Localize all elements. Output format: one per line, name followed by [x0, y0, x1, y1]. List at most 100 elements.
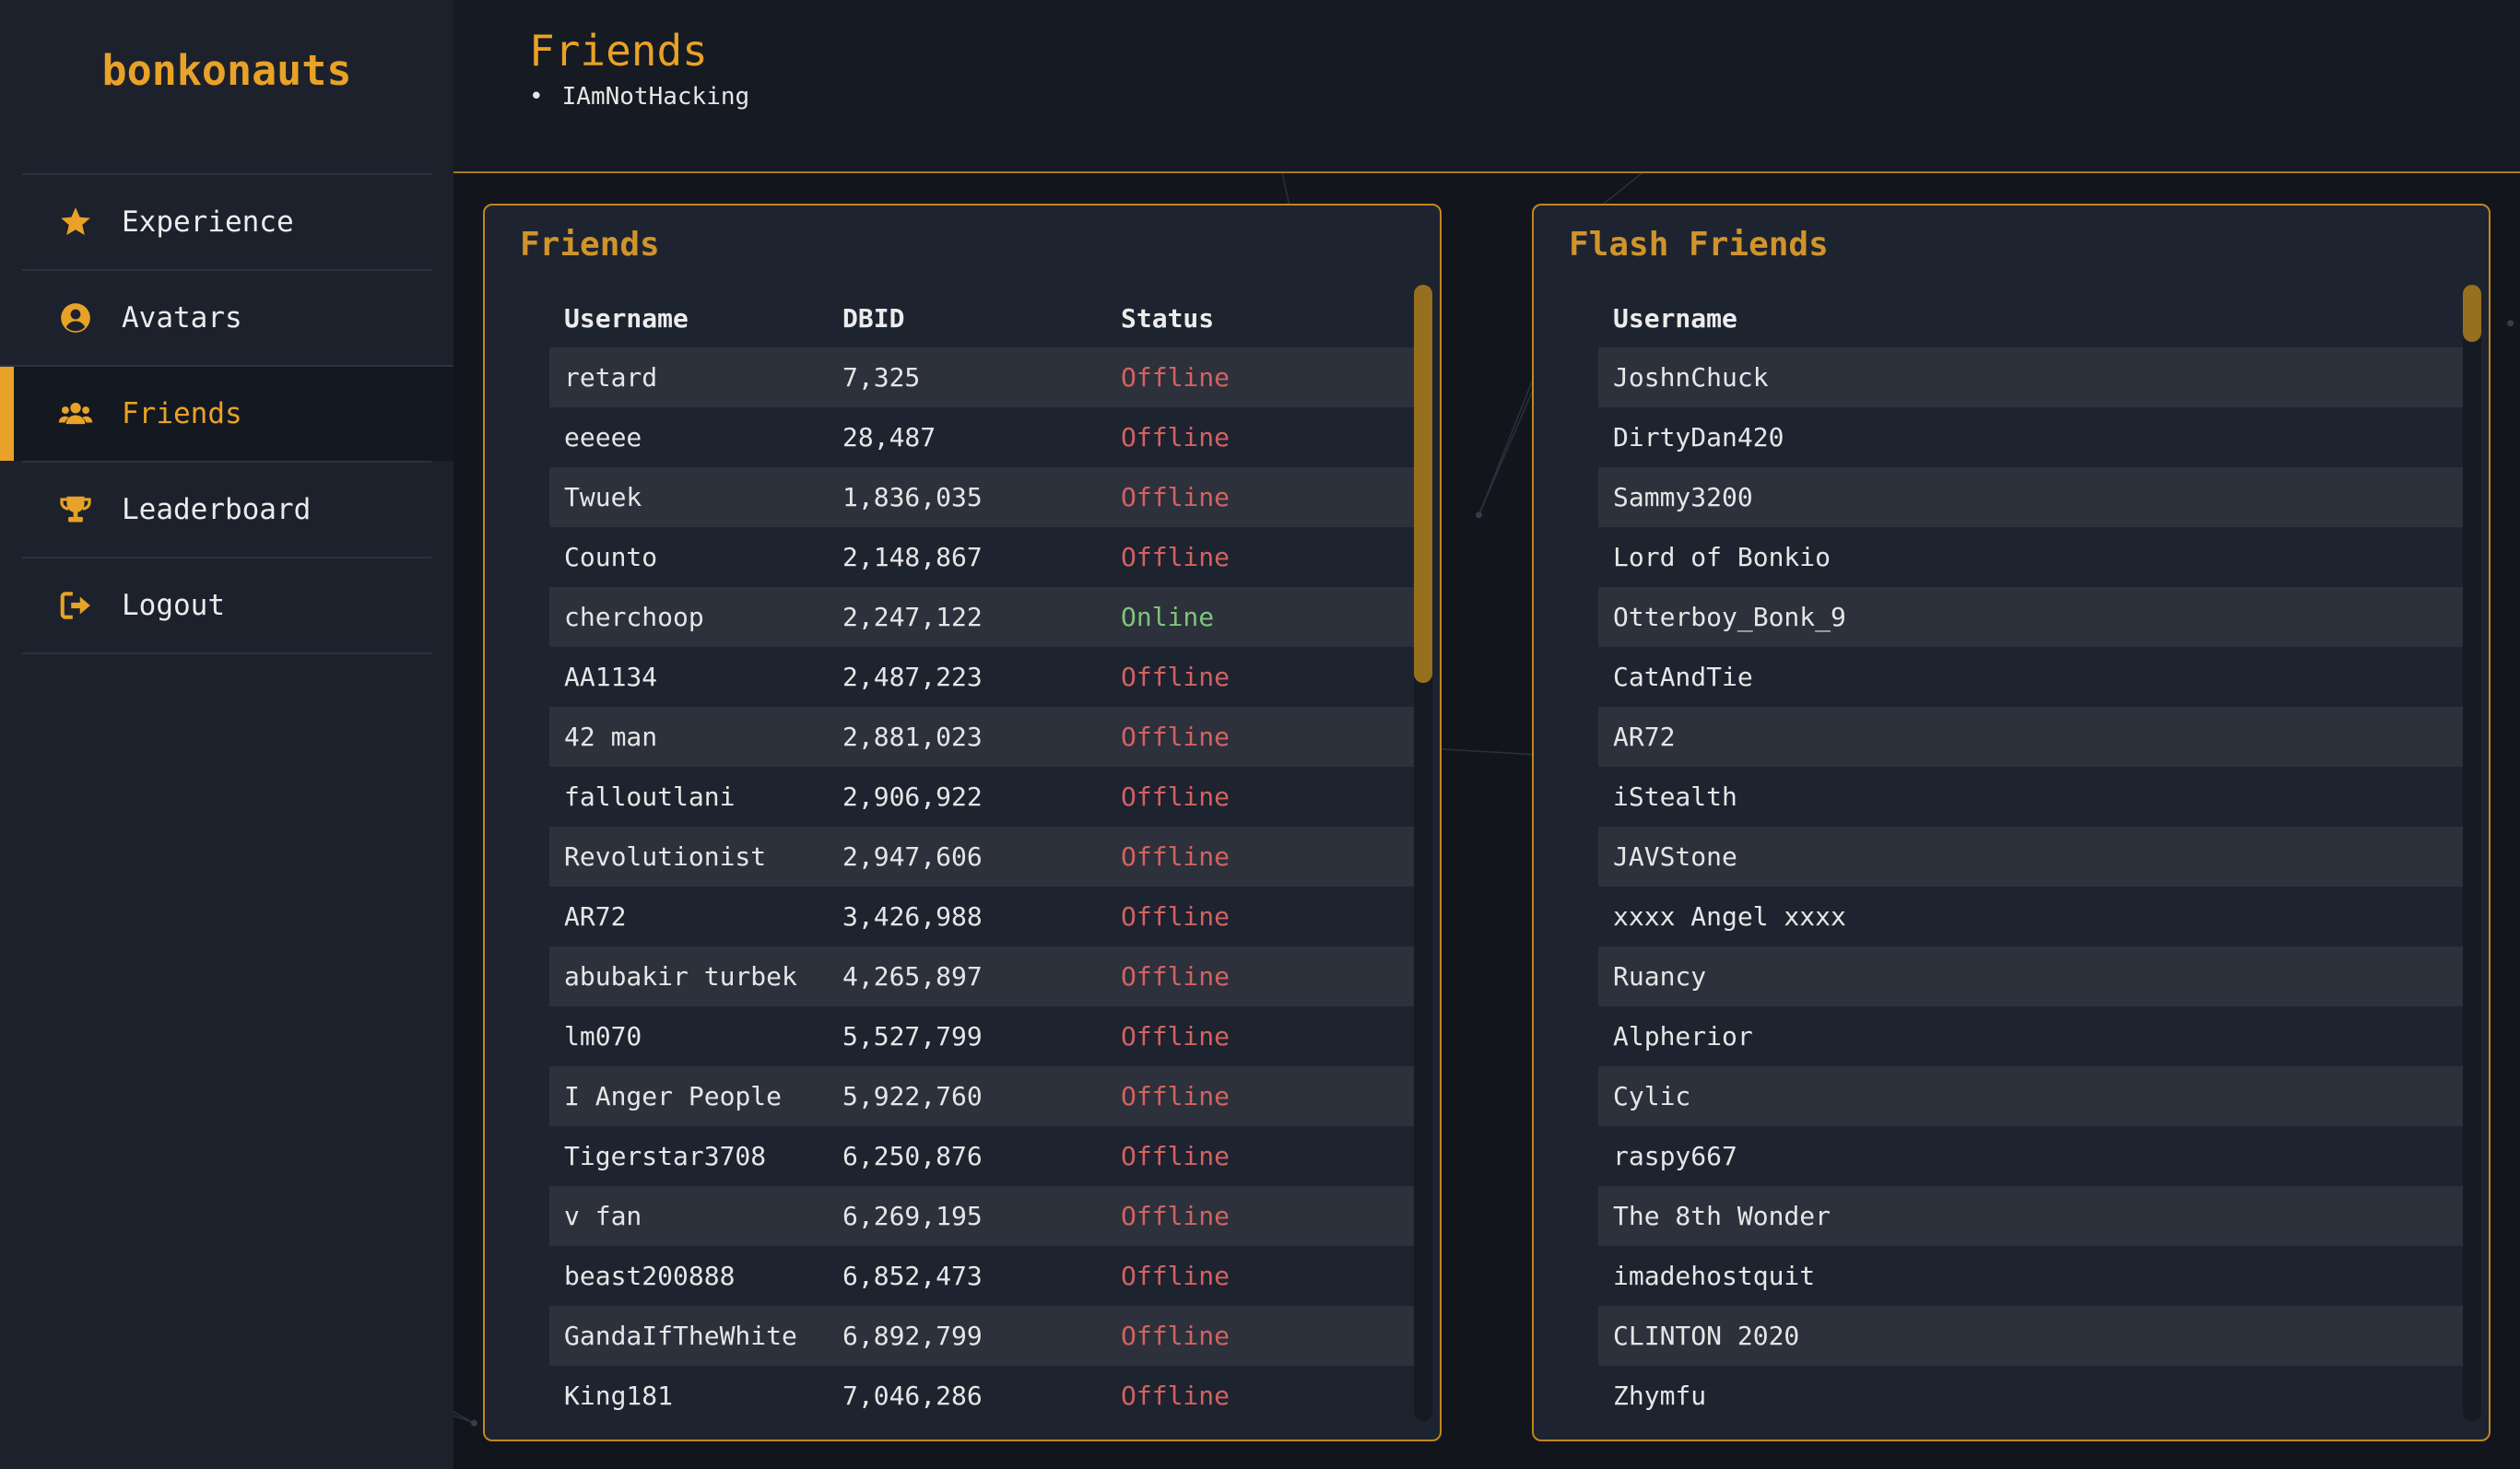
table-row[interactable]: The 8th Wonder — [1598, 1186, 2465, 1246]
table-row[interactable]: CLINTON 2020 — [1598, 1306, 2465, 1366]
table-row[interactable]: AR72 3,426,988 Offline — [549, 887, 1416, 946]
star-icon — [57, 204, 94, 241]
friend-status: Offline — [1121, 422, 1231, 452]
friend-status: Offline — [1121, 841, 1231, 872]
flash-friend-username: JoshnChuck — [1613, 362, 1769, 393]
flash-friends-scroll-thumb[interactable] — [2463, 285, 2481, 342]
brand-logo[interactable]: bonkonauts — [0, 46, 453, 95]
friend-status: Offline — [1121, 782, 1231, 812]
table-row[interactable]: Otterboy_Bonk_9 — [1598, 587, 2465, 647]
table-row[interactable]: cherchoop 2,247,122 Online — [549, 587, 1416, 647]
table-row[interactable]: I Anger People 5,922,760 Offline — [549, 1066, 1416, 1126]
friend-dbid: 2,881,023 — [842, 722, 983, 752]
flash-friend-username: Sammy3200 — [1613, 482, 1753, 512]
sidebar-item-logout[interactable]: Logout — [22, 557, 431, 654]
table-row[interactable]: 42 man 2,881,023 Offline — [549, 707, 1416, 767]
flash-friends-scrollbar[interactable] — [2463, 285, 2481, 1421]
table-row[interactable]: Counto 2,148,867 Offline — [549, 527, 1416, 587]
friend-dbid: 6,250,876 — [842, 1141, 983, 1171]
flash-friend-username: Ruancy — [1613, 961, 1707, 992]
friend-status: Offline — [1121, 1261, 1231, 1291]
table-row[interactable]: v fan 6,269,195 Offline — [549, 1186, 1416, 1246]
table-row[interactable]: Zhymfu — [1598, 1366, 2465, 1422]
friend-username: eeeee — [564, 422, 642, 452]
friend-dbid: 4,265,897 — [842, 961, 983, 992]
friends-scrollbar[interactable] — [1414, 285, 1432, 1421]
table-row[interactable]: Alpherior — [1598, 1006, 2465, 1066]
flash-friends-table[interactable]: Username JoshnChuck DirtyDan420 Sammy3200 L… — [1598, 288, 2465, 1422]
table-row[interactable]: beast200888 6,852,473 Offline — [549, 1246, 1416, 1306]
sidebar-item-label: Friends — [122, 397, 242, 430]
table-row[interactable]: JoshnChuck — [1598, 347, 2465, 407]
friend-status: Offline — [1121, 482, 1231, 512]
table-row[interactable]: imadehostquit — [1598, 1246, 2465, 1306]
table-row[interactable]: xxxx Angel xxxx — [1598, 887, 2465, 946]
table-row[interactable]: CatAndTie — [1598, 647, 2465, 707]
friend-dbid: 3,426,988 — [842, 901, 983, 932]
flash-friend-username: Lord of Bonkio — [1613, 542, 1831, 572]
table-row[interactable]: lm070 5,527,799 Offline — [549, 1006, 1416, 1066]
flash-friends-table-header: Username — [1598, 288, 2465, 347]
table-row[interactable]: JAVStone — [1598, 827, 2465, 887]
flash-friend-username: The 8th Wonder — [1613, 1201, 1831, 1231]
sidebar: bonkonauts Experience Avatars Friends Le… — [0, 0, 453, 1469]
friend-dbid: 5,922,760 — [842, 1081, 983, 1111]
flash-friend-username: CatAndTie — [1613, 662, 1753, 692]
header-list-item: IAmNotHacking — [529, 83, 750, 111]
table-row[interactable]: Tigerstar3708 6,250,876 Offline — [549, 1126, 1416, 1186]
table-row[interactable]: DirtyDan420 — [1598, 407, 2465, 467]
column-header-username: Username — [564, 302, 689, 334]
friend-username: beast200888 — [564, 1261, 736, 1291]
flash-friend-username: JAVStone — [1613, 841, 1737, 872]
friends-scroll-thumb[interactable] — [1414, 285, 1432, 683]
table-row[interactable]: GandaIfTheWhite 6,892,799 Offline — [549, 1306, 1416, 1366]
flash-friend-username: Alpherior — [1613, 1021, 1753, 1052]
table-row[interactable]: Lord of Bonkio — [1598, 527, 2465, 587]
friend-dbid: 6,852,473 — [842, 1261, 983, 1291]
friend-status: Offline — [1121, 1321, 1231, 1351]
friend-dbid: 6,892,799 — [842, 1321, 983, 1351]
friend-status: Offline — [1121, 362, 1231, 393]
table-row[interactable]: abubakir turbek 4,265,897 Offline — [549, 946, 1416, 1006]
table-row[interactable]: eeeee 28,487 Offline — [549, 407, 1416, 467]
friend-username: Twuek — [564, 482, 642, 512]
friends-table[interactable]: Username DBID Status retard 7,325 Offline e… — [549, 288, 1416, 1422]
sidebar-item-leaderboard[interactable]: Leaderboard — [22, 461, 431, 557]
friends-table-body: retard 7,325 Offline eeeee 28,487 Offline Twue… — [549, 347, 1416, 1422]
friend-username: Counto — [564, 542, 658, 572]
friend-status: Offline — [1121, 1201, 1231, 1231]
column-header-username: Username — [1613, 302, 1737, 334]
table-row[interactable]: Cylic — [1598, 1066, 2465, 1126]
friends-panel-title: Friends — [520, 226, 660, 264]
flash-friend-username: CLINTON 2020 — [1613, 1321, 1800, 1351]
table-row[interactable]: Revolutionist 2,947,606 Offline — [549, 827, 1416, 887]
table-row[interactable]: AA1134 2,487,223 Offline — [549, 647, 1416, 707]
column-header-dbid: DBID — [842, 302, 905, 334]
friend-username: AR72 — [564, 901, 627, 932]
table-row[interactable]: iStealth — [1598, 767, 2465, 827]
table-row[interactable]: falloutlani 2,906,922 Offline — [549, 767, 1416, 827]
friend-username: abubakir turbek — [564, 961, 797, 992]
table-row[interactable]: raspy667 — [1598, 1126, 2465, 1186]
table-row[interactable]: Ruancy — [1598, 946, 2465, 1006]
table-row[interactable]: Twuek 1,836,035 Offline — [549, 467, 1416, 527]
flash-friend-username: imadehostquit — [1613, 1261, 1816, 1291]
page-title: Friends — [529, 26, 708, 76]
sidebar-item-friends[interactable]: Friends — [0, 365, 453, 461]
table-row[interactable]: AR72 — [1598, 707, 2465, 767]
friend-username: falloutlani — [564, 782, 736, 812]
table-row[interactable]: Sammy3200 — [1598, 467, 2465, 527]
friend-username: Revolutionist — [564, 841, 767, 872]
table-row[interactable]: King181 7,046,286 Offline — [549, 1366, 1416, 1422]
friend-dbid: 2,148,867 — [842, 542, 983, 572]
flash-friends-panel: Flash Friends Username JoshnChuck DirtyDa… — [1532, 204, 2491, 1441]
sidebar-item-avatars[interactable]: Avatars — [22, 269, 431, 365]
friend-dbid: 7,325 — [842, 362, 921, 393]
sidebar-item-experience[interactable]: Experience — [22, 173, 431, 269]
friend-username: AA1134 — [564, 662, 658, 692]
flash-friend-username: DirtyDan420 — [1613, 422, 1784, 452]
friend-status: Offline — [1121, 901, 1231, 932]
sidebar-nav: Experience Avatars Friends Leaderboard L… — [0, 173, 453, 654]
table-row[interactable]: retard 7,325 Offline — [549, 347, 1416, 407]
friends-panel: Friends Username DBID Status retard 7,325… — [483, 204, 1442, 1441]
